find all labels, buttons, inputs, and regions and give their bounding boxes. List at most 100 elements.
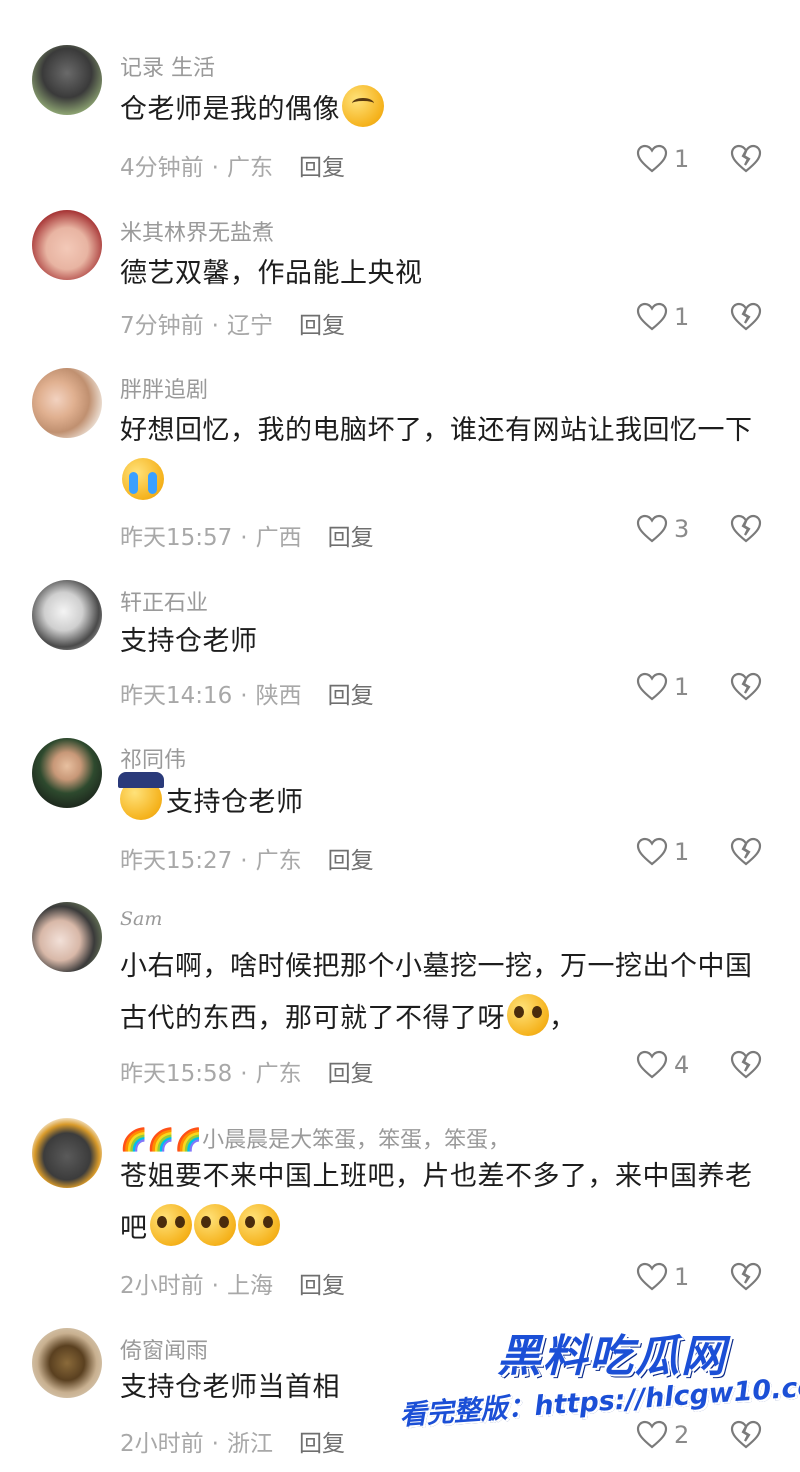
reply-button[interactable]: 回复 [299, 1273, 345, 1299]
avatar[interactable] [32, 902, 102, 972]
heart-icon [636, 144, 668, 173]
meta-separator: · [240, 848, 248, 874]
comment-location: 陕西 [255, 683, 302, 709]
comment-text: 仓老师是我的偶像 [120, 94, 340, 125]
comment-meta: 昨天15:27 · 广东 回复 [120, 841, 374, 875]
comment-text: 支持仓老师 [120, 626, 258, 657]
comment-text: 小右啊，啥时候把那个小墓挖一挖，万一挖出个中国古代的东西，那可就了不得了呀 [120, 951, 753, 1034]
comment-time: 4分钟前 [120, 155, 204, 181]
comment-text: 支持仓老师 [166, 787, 304, 818]
like-button[interactable]: 3 [636, 514, 689, 544]
broken-heart-icon [730, 514, 762, 543]
comment-location: 浙江 [226, 1431, 273, 1457]
like-count: 4 [674, 1051, 690, 1079]
avatar[interactable] [32, 738, 102, 808]
comment-username[interactable]: 胖胖追剧 [120, 372, 208, 404]
reply-button[interactable]: 回复 [299, 313, 345, 339]
comment-time: 昨天15:57 [120, 525, 233, 551]
pleading-face-icon [149, 1204, 192, 1246]
reply-button[interactable]: 回复 [328, 1061, 374, 1087]
comment-text-block: 苍姐要不来中国上班吧，片也差不多了，来中国养老吧 [120, 1151, 770, 1255]
avatar[interactable] [32, 45, 102, 115]
comment-meta: 昨天15:57 · 广西 回复 [120, 518, 374, 552]
comment-location: 广西 [255, 525, 302, 551]
reply-button[interactable]: 回复 [328, 683, 374, 709]
like-button[interactable]: 1 [636, 1262, 689, 1292]
comment-username[interactable]: 祁同伟 [120, 742, 186, 774]
avatar[interactable] [32, 1118, 102, 1188]
dislike-button[interactable] [730, 144, 762, 178]
comment-location: 广东 [255, 1061, 302, 1087]
dislike-button[interactable] [730, 837, 762, 871]
meta-separator: · [211, 1273, 219, 1299]
comment-meta: 昨天14:16 · 陕西 回复 [120, 676, 374, 710]
like-button[interactable]: 4 [636, 1050, 689, 1080]
comment-text-block: 小右啊，啥时候把那个小墓挖一挖，万一挖出个中国古代的东西，那可就了不得了呀， [120, 941, 775, 1045]
comment-time: 昨天15:27 [120, 848, 233, 874]
comment-text-block: 仓老师是我的偶像 [120, 84, 770, 136]
dislike-button[interactable] [730, 302, 762, 336]
dislike-button[interactable] [730, 1050, 762, 1084]
like-count: 1 [674, 1263, 690, 1291]
comment-username[interactable]: 记录 生活 [120, 50, 215, 82]
reply-button[interactable]: 回复 [328, 848, 374, 874]
comment-location: 辽宁 [226, 313, 273, 339]
comment-time: 昨天15:58 [120, 1061, 233, 1087]
comment-username[interactable]: 倚窗闻雨 [120, 1333, 208, 1365]
reply-button[interactable]: 回复 [299, 155, 345, 181]
comment-meta: 4分钟前 · 广东 回复 [120, 148, 345, 182]
heart-icon [636, 672, 668, 701]
pleading-face-icon [507, 994, 549, 1036]
heart-icon [636, 514, 668, 543]
like-count: 1 [674, 838, 690, 866]
avatar[interactable] [32, 368, 102, 438]
like-button[interactable]: 1 [636, 302, 689, 332]
avatar[interactable] [32, 1328, 102, 1398]
comment-meta: 7分钟前 · 辽宁 回复 [120, 306, 345, 340]
comment-time: 昨天14:16 [120, 683, 233, 709]
comment-text-block: 支持仓老师 [120, 616, 770, 668]
like-button[interactable]: 1 [636, 672, 689, 702]
comment-text: 德艺双馨，作品能上央视 [120, 258, 423, 289]
meta-separator: · [240, 1061, 248, 1087]
thinking-face-icon [342, 85, 384, 127]
comment-meta: 2小时前 · 浙江 回复 [120, 1424, 345, 1458]
comment-text: 好想回忆，我的电脑坏了，谁还有网站让我回忆一下 [120, 415, 753, 446]
pleading-face-icon [193, 1204, 236, 1246]
dislike-button[interactable] [730, 514, 762, 548]
meta-separator: · [240, 525, 248, 551]
like-count: 1 [674, 303, 690, 331]
comment-username[interactable]: 🌈🌈🌈小晨晨是大笨蛋，笨蛋，笨蛋， [120, 1122, 510, 1154]
comment-meta: 2小时前 · 上海 回复 [120, 1266, 345, 1300]
comment-location: 上海 [226, 1273, 273, 1299]
heart-icon [636, 302, 668, 331]
avatar[interactable] [32, 580, 102, 650]
comment-time: 7分钟前 [120, 313, 204, 339]
like-count: 1 [674, 673, 690, 701]
broken-heart-icon [730, 1262, 762, 1291]
reply-button[interactable]: 回复 [299, 1431, 345, 1457]
comment-username[interactable]: Sam [120, 908, 162, 930]
comment-text: 支持仓老师当首相 [120, 1372, 340, 1403]
dislike-button[interactable] [730, 672, 762, 706]
avatar[interactable] [32, 210, 102, 280]
like-count: 3 [674, 515, 690, 543]
meta-separator: · [211, 1431, 219, 1457]
comment-text-block: 好想回忆，我的电脑坏了，谁还有网站让我回忆一下 [120, 405, 770, 509]
heart-icon [636, 1262, 668, 1291]
comment-location: 广东 [226, 155, 273, 181]
comment-username[interactable]: 轩正石业 [120, 585, 208, 617]
like-count: 1 [674, 145, 690, 173]
heart-icon [636, 1050, 668, 1079]
watermark: 黑料吃瓜网 看完整版：https://hlcgw10.com [395, 1320, 800, 1470]
comment-username[interactable]: 米其林界无盐煮 [120, 215, 274, 247]
dislike-button[interactable] [730, 1262, 762, 1296]
pleading-face-icon [237, 1204, 280, 1246]
heart-icon [636, 837, 668, 866]
crying-face-icon [122, 458, 164, 500]
police-face-icon [118, 772, 164, 820]
broken-heart-icon [730, 672, 762, 701]
reply-button[interactable]: 回复 [328, 525, 374, 551]
like-button[interactable]: 1 [636, 837, 689, 867]
like-button[interactable]: 1 [636, 144, 689, 174]
